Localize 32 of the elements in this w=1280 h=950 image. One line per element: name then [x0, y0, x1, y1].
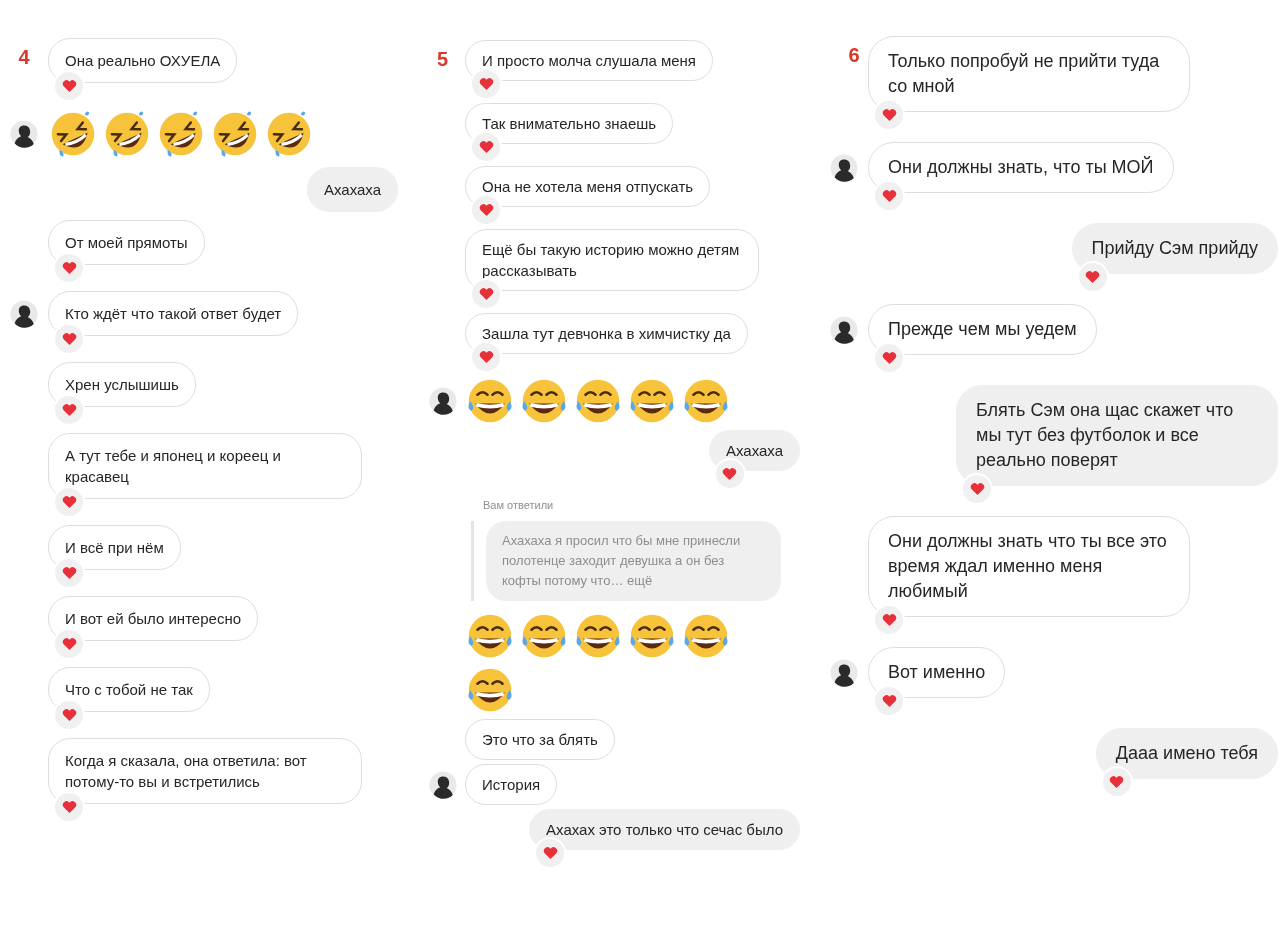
heart-icon	[61, 637, 77, 651]
heart-icon	[478, 203, 494, 217]
heart-icon	[722, 467, 738, 481]
heart-icon	[61, 403, 77, 417]
heart-icon	[61, 708, 77, 722]
heart-icon	[61, 79, 77, 93]
heart-icon	[969, 482, 985, 496]
heart-icon	[881, 694, 897, 708]
heart-icon	[881, 351, 897, 365]
heart-icon	[478, 350, 494, 364]
heart-icon	[881, 108, 897, 122]
received-message: Это что за блять	[465, 719, 615, 760]
reply-label: Вам ответили	[483, 499, 555, 511]
heart-icon	[478, 77, 494, 91]
heart-icon	[61, 566, 77, 580]
conversation-number: 4	[18, 46, 30, 69]
received-message: История	[465, 764, 558, 805]
heart-icon	[61, 261, 77, 275]
conversation-number: 5	[436, 48, 449, 71]
heart-icon	[478, 140, 494, 154]
heart-icon	[881, 613, 897, 627]
sent-message: Ахахаха	[306, 167, 398, 212]
heart-icon	[61, 495, 77, 509]
conversation-number: 6	[848, 44, 860, 67]
heart-icon	[1085, 270, 1100, 284]
heart-icon	[542, 846, 558, 860]
heart-icon	[61, 800, 77, 814]
heart-icon	[478, 287, 494, 301]
quoted-message: Ахахаха я просил что бы мне принесли полотенце заходит девушка а он без кофты потому что… ещё	[486, 521, 781, 601]
heart-icon	[61, 332, 77, 346]
heart-icon	[881, 189, 897, 203]
heart-icon	[1109, 775, 1125, 789]
